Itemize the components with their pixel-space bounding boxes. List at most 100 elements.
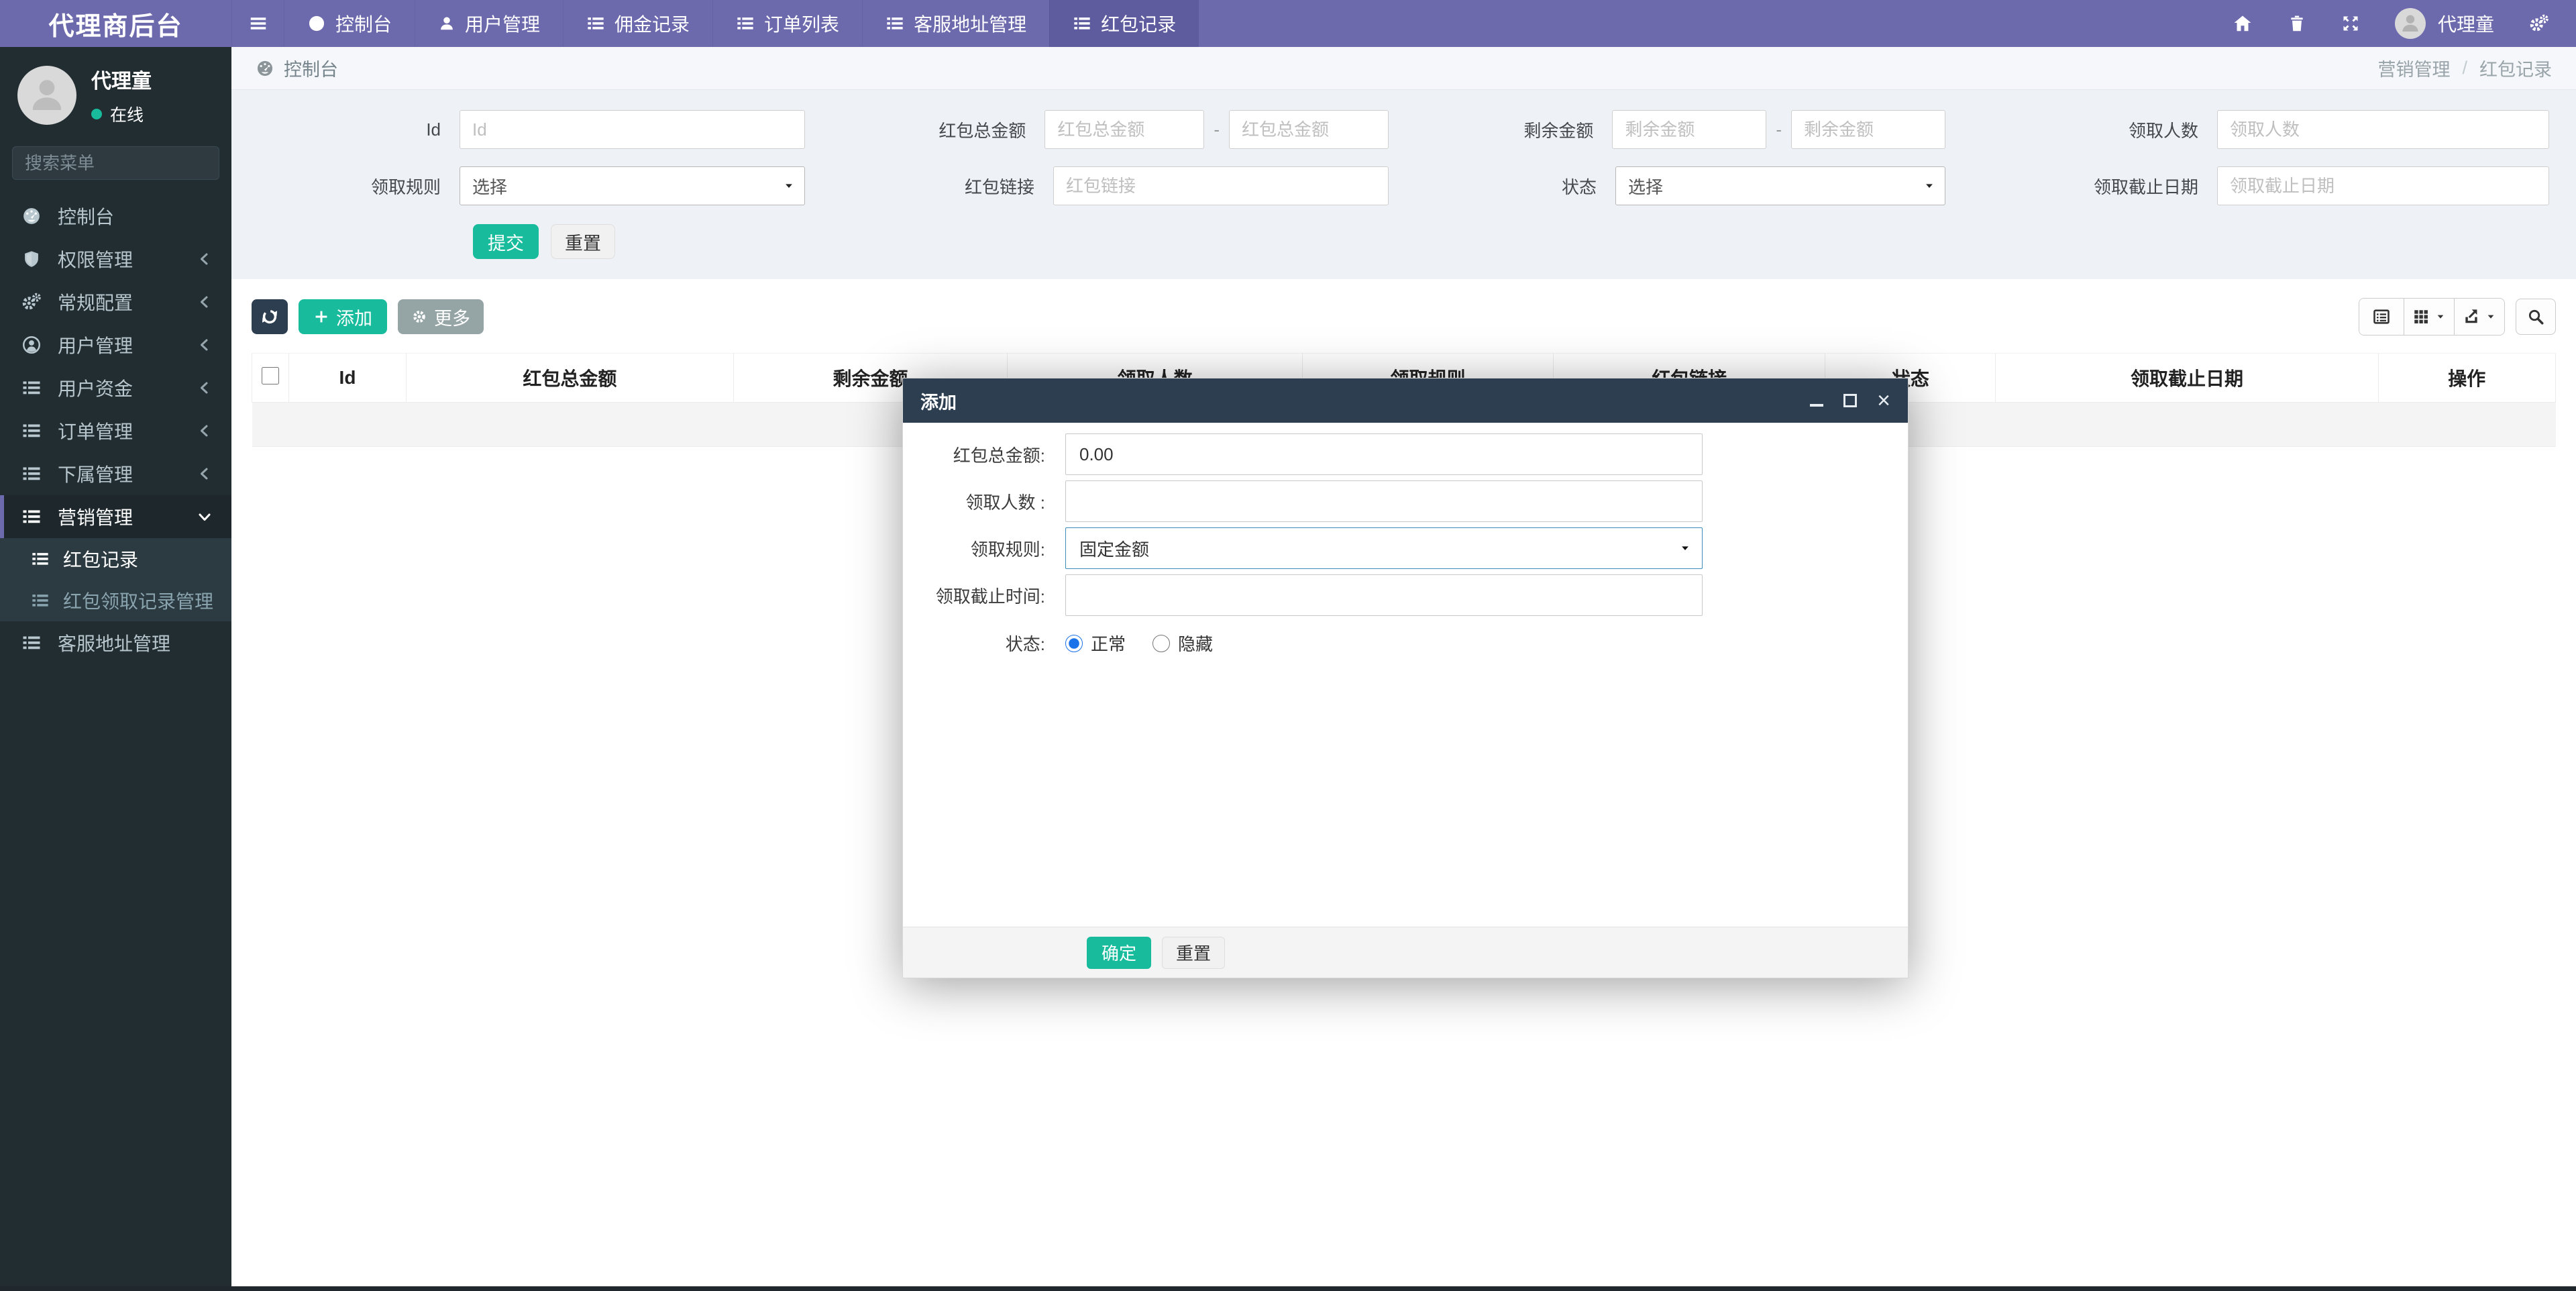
nav-item-dashboard[interactable]: 控制台 (284, 0, 415, 47)
toggle-view-button[interactable] (2359, 299, 2404, 335)
status-option-hidden[interactable]: 隐藏 (1152, 631, 1213, 656)
modal-reset-button[interactable]: 重置 (1162, 936, 1226, 969)
filter-link-input[interactable] (1053, 166, 1389, 205)
hamburger-icon (248, 13, 268, 34)
filter-id-input[interactable] (460, 110, 805, 149)
nav-item-label: 控制台 (335, 14, 392, 35)
breadcrumb-link-marketing[interactable]: 营销管理 (2377, 55, 2450, 81)
radio-normal[interactable] (1065, 634, 1083, 652)
avatar (2394, 8, 2426, 39)
sidebar-item-label: 控制台 (58, 207, 115, 227)
sidebar-search-input[interactable] (25, 152, 250, 174)
sidebar-item-marketing-management[interactable]: 营销管理 (0, 495, 231, 538)
modal-rule-select[interactable]: 固定金额 (1065, 527, 1703, 569)
user-menu[interactable]: 代理童 (2394, 8, 2494, 39)
gears-icon (21, 292, 42, 312)
clear-cache-button[interactable] (2288, 14, 2306, 33)
sidebar-item-permissions[interactable]: 权限管理 (0, 238, 231, 280)
fullscreen-button[interactable] (2341, 14, 2360, 33)
list-icon (736, 14, 755, 33)
column-header-id: Id (288, 353, 407, 403)
header-checkbox-cell (252, 353, 289, 403)
filter-remain-min-input[interactable] (1612, 110, 1767, 149)
sidebar-subitem-redpacket-records[interactable]: 红包记录 (0, 538, 231, 580)
breadcrumb-bar: 控制台 营销管理 / 红包记录 (231, 47, 2576, 90)
nav-item-commission[interactable]: 佣金记录 (563, 0, 712, 47)
filter-rule-select[interactable]: 选择 (460, 166, 805, 205)
sidebar-item-user-management[interactable]: 用户管理 (0, 323, 231, 366)
radio-hidden[interactable] (1152, 634, 1171, 652)
filter-status-select[interactable]: 选择 (1615, 166, 1945, 205)
minimize-icon (1810, 404, 1824, 407)
submit-button[interactable]: 提交 (473, 224, 539, 259)
filter-group-id: Id (252, 110, 805, 149)
home-button[interactable] (2233, 13, 2253, 34)
modal-field-status: 状态: 正常 隐藏 (903, 631, 1908, 656)
modal-header[interactable]: 添加 × (903, 378, 1908, 423)
radio-normal-label: 正常 (1091, 634, 1126, 654)
list-icon (31, 591, 50, 610)
sidebar-item-service-address[interactable]: 客服地址管理 (0, 621, 231, 664)
nav-item-users[interactable]: 用户管理 (415, 0, 563, 47)
sidebar-subitem-redpacket-claim-records[interactable]: 红包领取记录管理 (0, 580, 231, 621)
add-modal: 添加 × 红包总金额: 领取人数 : 领取规则: 固定金额 领取截止时间: (902, 378, 1909, 978)
columns-button[interactable] (2404, 299, 2454, 335)
sidebar-item-subordinate-management[interactable]: 下属管理 (0, 452, 231, 495)
filter-group-redpacket-link: 红包链接 (805, 166, 1389, 205)
column-header-total-amount: 红包总金额 (406, 353, 734, 403)
sidebar-item-dashboard[interactable]: 控制台 (0, 195, 231, 238)
modal-deadline-label: 领取截止时间: (935, 586, 1045, 607)
sidebar-item-user-funds[interactable]: 用户资金 (0, 366, 231, 409)
filter-deadline-input[interactable] (2217, 166, 2549, 205)
breadcrumb-separator: / (2462, 58, 2467, 78)
settings-button[interactable] (2529, 13, 2549, 34)
nav-item-label: 红包记录 (1101, 14, 1177, 35)
modal-rule-label: 领取规则: (970, 539, 1045, 560)
modal-people-label: 领取人数 : (965, 492, 1045, 513)
list-icon (586, 14, 605, 33)
export-button[interactable] (2454, 299, 2504, 335)
caret-down-icon (2485, 311, 2496, 322)
breadcrumb-dashboard-link[interactable]: 控制台 (256, 55, 338, 81)
list-icon (1073, 14, 1091, 33)
filter-total-min-input[interactable] (1044, 110, 1205, 149)
modal-close-button[interactable]: × (1877, 389, 1890, 412)
filter-remain-max-input[interactable] (1791, 110, 1945, 149)
dashboard-icon (21, 206, 42, 226)
nav-item-label: 用户管理 (465, 14, 541, 35)
table-view-icon (2372, 307, 2391, 326)
modal-total-input[interactable] (1065, 433, 1703, 475)
refresh-button[interactable] (252, 299, 288, 334)
refresh-icon (260, 307, 279, 326)
status-option-normal[interactable]: 正常 (1065, 631, 1126, 656)
nav-item-orders[interactable]: 订单列表 (712, 0, 862, 47)
list-icon (21, 378, 42, 398)
export-icon (2463, 308, 2480, 325)
sidebar-item-order-management[interactable]: 订单管理 (0, 409, 231, 452)
more-button[interactable]: 更多 (398, 299, 484, 334)
modal-people-input[interactable] (1065, 480, 1703, 522)
chevron-left-icon (197, 380, 213, 396)
filter-group-deadline: 领取截止日期 (1945, 166, 2549, 205)
select-all-checkbox[interactable] (261, 366, 279, 384)
filter-people-input[interactable] (2217, 110, 2549, 149)
table-search-button[interactable] (2516, 299, 2556, 335)
reset-button[interactable]: 重置 (551, 224, 615, 259)
breadcrumb-link-redpacket[interactable]: 红包记录 (2479, 55, 2552, 81)
add-button[interactable]: 添加 (299, 299, 387, 334)
sidebar-toggle-button[interactable] (231, 0, 284, 47)
list-icon (21, 421, 42, 441)
dashboard-icon (307, 14, 326, 33)
filter-total-max-input[interactable] (1229, 110, 1389, 149)
top-navbar: 代理商后台 控制台 用户管理 佣金记录 订单列表 客服地址管理 红包记录 代理童 (0, 0, 2576, 47)
nav-item-service-address[interactable]: 客服地址管理 (862, 0, 1049, 47)
caret-down-icon (1679, 542, 1691, 554)
modal-confirm-button[interactable]: 确定 (1087, 936, 1152, 969)
sidebar-item-general-config[interactable]: 常规配置 (0, 280, 231, 323)
radio-hidden-label: 隐藏 (1178, 634, 1214, 654)
user-circle-icon (21, 335, 42, 355)
modal-minimize-button[interactable] (1810, 391, 1824, 411)
modal-deadline-input[interactable] (1065, 574, 1703, 616)
modal-maximize-button[interactable] (1843, 391, 1858, 411)
nav-item-redpacket[interactable]: 红包记录 (1049, 0, 1199, 47)
